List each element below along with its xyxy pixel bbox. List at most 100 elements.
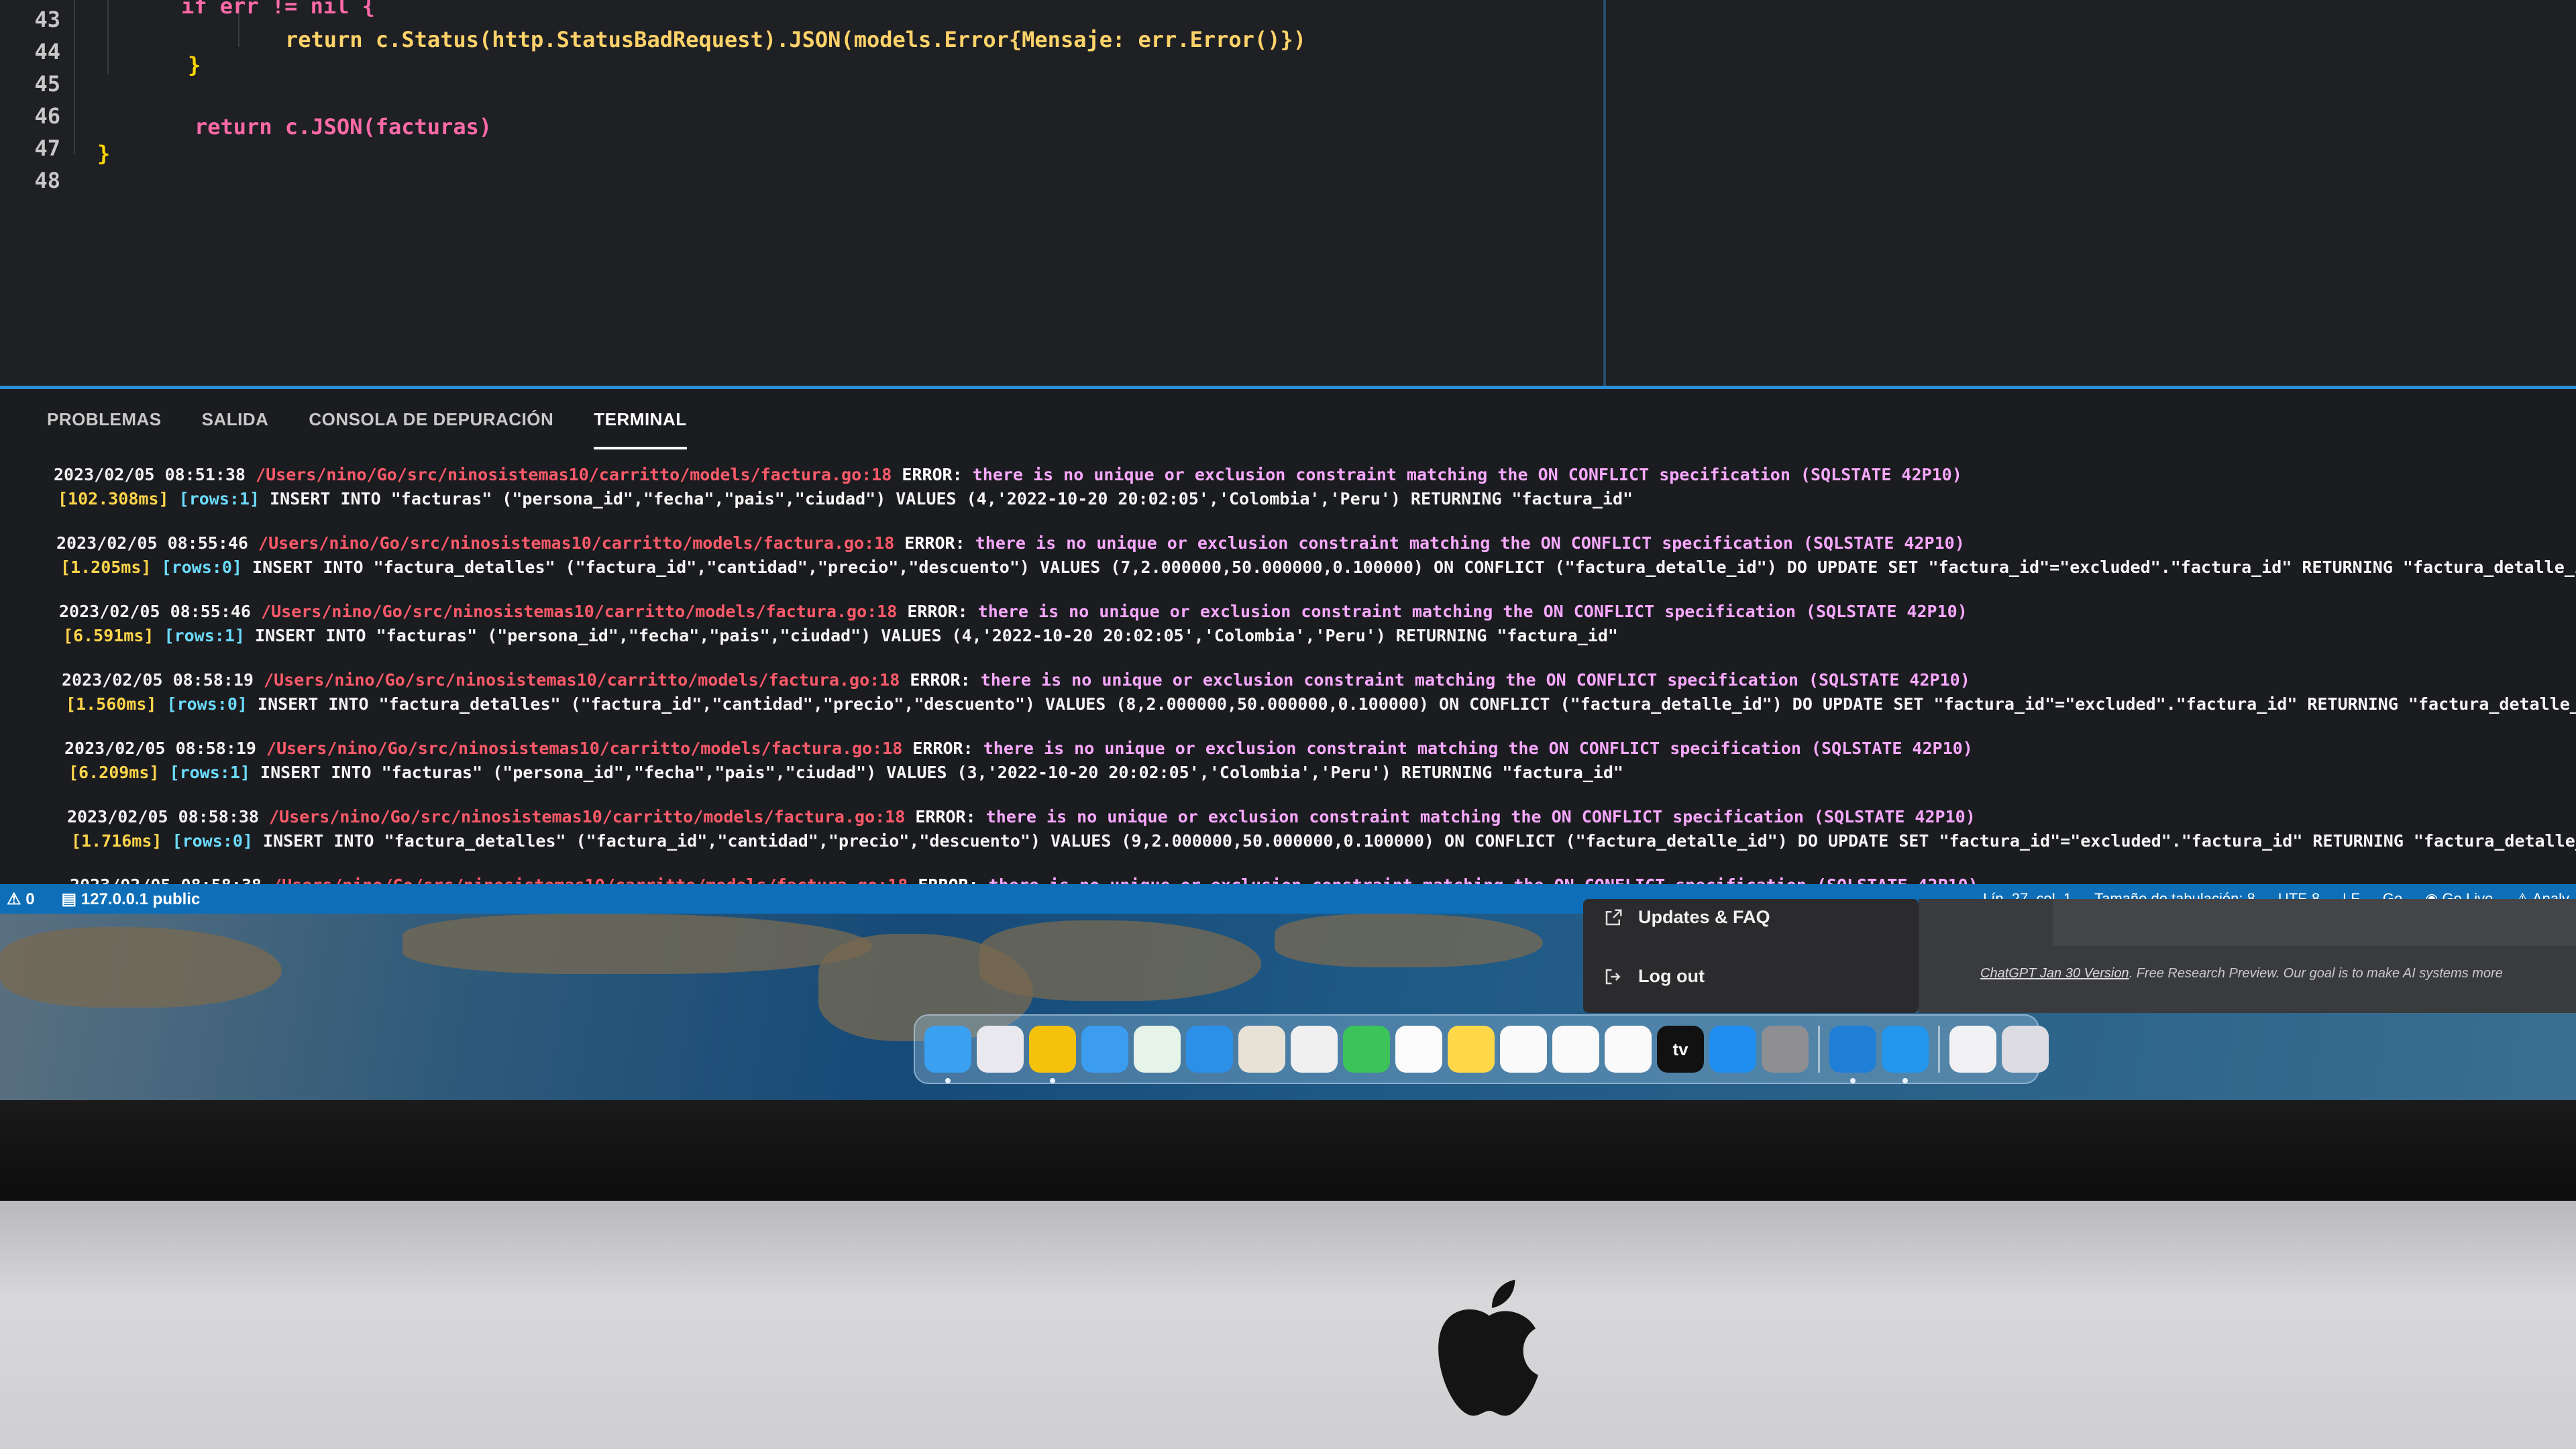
error-message: there is no unique or exclusion constrai… [977,602,1968,621]
photos-icon[interactable] [1291,1026,1338,1073]
line-number: 48 [34,168,60,193]
source-path-link[interactable]: /Users/nino/Go/src/ninosistemas10/carrit… [258,533,894,553]
query-duration: [6.209ms] [68,763,160,782]
monitor-chin [0,1201,2576,1449]
tab-output[interactable]: SALIDA [202,409,269,449]
error-label: ERROR: [902,465,963,484]
source-path-link[interactable]: /Users/nino/Go/src/ninosistemas10/carrit… [266,739,902,758]
notes-icon[interactable] [1448,1026,1495,1073]
error-label: ERROR: [915,807,976,826]
log-sql-line: [6.591ms] [rows:1] INSERT INTO "facturas… [59,624,2576,648]
vscode-icon[interactable] [1829,1026,1876,1083]
settings-icon[interactable] [1762,1026,1809,1073]
mail-icon[interactable] [1186,1026,1233,1073]
code-line: if err != nil { [181,0,375,19]
code-line-text: return c.JSON(facturas) [195,114,492,140]
db-host: 127.0.0.1 [80,890,148,908]
tv-label: tv [1672,1038,1688,1059]
code-line: } [188,52,201,78]
log-entry: 2023/02/05 08:51:38 /Users/nino/Go/src/n… [54,463,2576,511]
log-timestamp: 2023/02/05 08:58:38 [67,807,259,826]
line-number: 47 [34,136,60,161]
log-error-line: 2023/02/05 08:58:38 /Users/nino/Go/src/n… [67,805,2576,829]
rows-affected: [rows:0] [166,694,248,714]
logout-menu-item[interactable]: Log out [1603,966,1705,987]
source-path-link[interactable]: /Users/nino/Go/src/ninosistemas10/carrit… [264,670,900,690]
wallpaper-rock [979,920,1261,1001]
editor-split-divider[interactable] [1603,0,1606,416]
music-icon[interactable] [1605,1026,1652,1073]
sql-statement: INSERT INTO "facturas" ("persona_id","fe… [260,763,1623,782]
reminders-icon[interactable] [1500,1026,1547,1073]
rows-affected: [rows:1] [178,489,260,508]
wallpaper-rock [1275,914,1543,967]
source-path-link[interactable]: /Users/nino/Go/src/ninosistemas10/carrit… [256,465,892,484]
log-error-line: 2023/02/05 08:58:19 /Users/nino/Go/src/n… [62,668,2576,692]
chrome-icon[interactable] [1029,1026,1076,1083]
tab-problems[interactable]: PROBLEMAS [47,409,162,449]
running-indicator [1850,1078,1856,1083]
chatgpt-window: ChatGPT Jan 30 Version. Free Research Pr… [1919,899,2576,1013]
log-sql-line: [6.209ms] [rows:1] INSERT INTO "facturas… [64,761,2576,785]
query-duration: [102.308ms] [58,489,169,508]
external-link-icon [1605,909,1622,925]
sql-statement: INSERT INTO "facturas" ("persona_id","fe… [255,626,1618,645]
db-connection-indicator[interactable]: ▤ 127.0.0.1 public [62,890,201,909]
log-entry: 2023/02/05 08:55:46 /Users/nino/Go/src/n… [56,531,2576,580]
error-message: there is no unique or exclusion constrai… [980,670,1970,690]
chat-input[interactable] [2053,899,2576,946]
docker-icon[interactable] [1882,1026,1929,1083]
monitor-screen: 43 44 45 46 47 48 if err != nil { return… [0,0,2576,1100]
appletv-icon[interactable]: tv [1657,1026,1704,1073]
log-error-line: 2023/02/05 08:55:46 /Users/nino/Go/src/n… [59,600,2576,624]
line-number: 46 [34,103,60,129]
problems-count: 0 [25,890,35,908]
error-label: ERROR: [910,670,971,690]
code-line: } [97,141,111,166]
source-path-link[interactable]: /Users/nino/Go/src/ninosistemas10/carrit… [261,602,897,621]
tab-debug-console[interactable]: CONSOLA DE DEPURACIÓN [309,409,553,449]
sql-statement: INSERT INTO "factura_detalles" ("factura… [263,831,2576,851]
safari-icon[interactable] [1081,1026,1128,1073]
freeform-icon[interactable] [1552,1026,1599,1073]
database-icon: ▤ [61,890,81,908]
appstore-icon[interactable] [1709,1026,1756,1073]
footer-text: . Free Research Preview. Our goal is to … [2129,966,2503,981]
log-entry: 2023/02/05 08:58:19 /Users/nino/Go/src/n… [62,668,2576,716]
problems-indicator[interactable]: ⚠ 0 [7,890,35,909]
log-sql-line: [102.308ms] [rows:1] INSERT INTO "factur… [54,487,2576,511]
code-editor[interactable]: 43 44 45 46 47 48 if err != nil { return… [0,0,2576,389]
log-sql-line: [1.716ms] [rows:0] INSERT INTO "factura_… [67,829,2576,853]
version-link[interactable]: ChatGPT Jan 30 Version [1980,966,2129,981]
running-indicator [1050,1078,1055,1083]
rows-affected: [rows:0] [161,557,242,577]
trash-icon[interactable] [2002,1026,2049,1073]
tab-terminal[interactable]: TERMINAL [594,409,687,449]
facetime-icon[interactable] [1343,1026,1390,1073]
launchpad-icon[interactable] [977,1026,1024,1073]
finder-icon[interactable] [924,1026,971,1083]
account-menu: Updates & FAQ Log out [1583,899,1919,1013]
updates-faq-menu-item[interactable]: Updates & FAQ [1603,907,1770,928]
error-label: ERROR: [904,533,965,553]
panel-tabs: PROBLEMAS SALIDA CONSOLA DE DEPURACIÓN T… [47,409,687,449]
log-timestamp: 2023/02/05 08:55:46 [56,533,248,553]
messages-icon[interactable] [1134,1026,1181,1073]
terminal-output[interactable]: 2023/02/05 08:51:38 /Users/nino/Go/src/n… [54,463,2576,951]
chat-footer: ChatGPT Jan 30 Version. Free Research Pr… [1980,966,2503,981]
running-indicator [1902,1078,1908,1083]
sql-statement: INSERT INTO "facturas" ("persona_id","fe… [270,489,1633,508]
log-timestamp: 2023/02/05 08:58:19 [62,670,254,690]
rows-affected: [rows:1] [169,763,250,782]
log-timestamp: 2023/02/05 08:51:38 [54,465,246,484]
query-duration: [6.591ms] [63,626,154,645]
calendar-icon[interactable] [1395,1026,1442,1073]
menu-item-label: Log out [1638,966,1705,986]
sql-statement: INSERT INTO "factura_detalles" ("factura… [258,694,2576,714]
source-path-link[interactable]: /Users/nino/Go/src/ninosistemas10/carrit… [269,807,905,826]
db-schema: public [152,890,201,908]
error-message: there is no unique or exclusion constrai… [983,739,1973,758]
query-duration: [1.205ms] [60,557,152,577]
maps-icon[interactable] [1238,1026,1285,1073]
downloads-icon[interactable] [1949,1026,1996,1073]
